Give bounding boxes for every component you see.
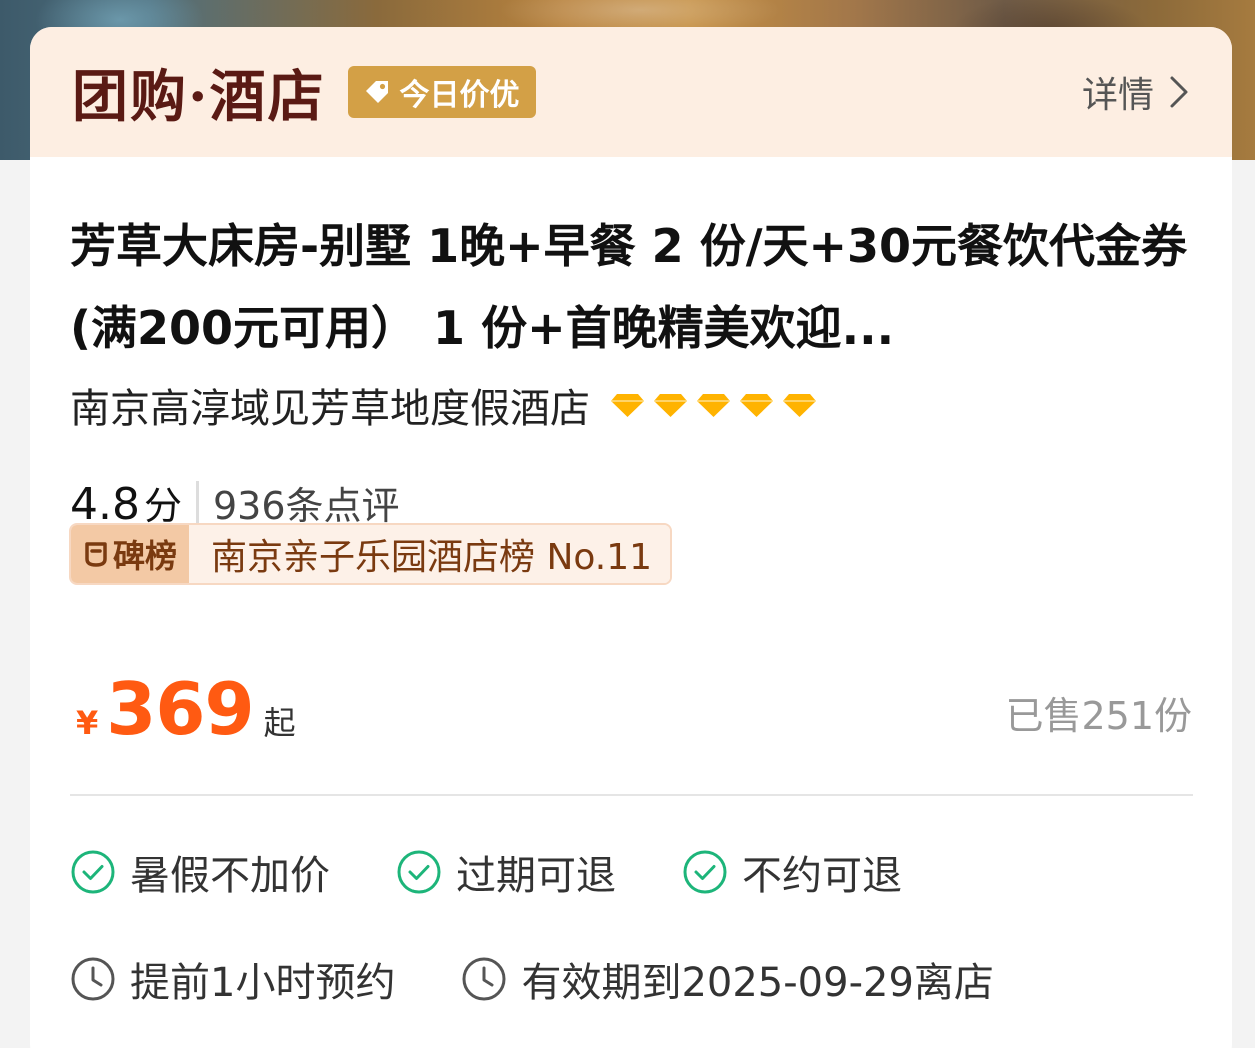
- vertical-divider: [196, 481, 199, 525]
- feature-item: 过期可退: [396, 843, 616, 901]
- details-label: 详情: [1081, 75, 1154, 116]
- diamond-icon: [740, 394, 773, 417]
- ranking-text: 南京亲子乐园酒店榜 No.11: [189, 525, 671, 583]
- hotel-row: 南京高淳域见芳草地度假酒店: [70, 377, 817, 433]
- chevron-right-icon: [1170, 76, 1188, 108]
- feature-label: 不约可退: [742, 853, 902, 899]
- diamond-rating: [610, 391, 817, 419]
- brand-title: 团购·酒店: [72, 63, 326, 130]
- feature-item: 不约可退: [682, 843, 902, 901]
- deal-badge-label: 今日价优: [399, 78, 520, 113]
- price-suffix: 起: [263, 704, 296, 742]
- divider: [70, 794, 1193, 796]
- ranking-label: 碑榜: [71, 525, 190, 583]
- deal-card[interactable]: 团购·酒店 今日价优 详情 芳草大床房-别墅 1晚+早餐 2 份/天+30元餐饮…: [30, 27, 1232, 1048]
- info-label: 提前1小时预约: [130, 960, 396, 1006]
- diamond-icon: [783, 394, 816, 417]
- tag-icon: [365, 81, 388, 103]
- rating-unit: 分: [143, 484, 182, 528]
- check-circle-icon: [683, 850, 727, 894]
- info-label: 有效期到2025-09-29离店: [521, 960, 994, 1006]
- diamond-icon: [654, 394, 687, 417]
- deal-badge: 今日价优: [347, 66, 536, 118]
- info-item: 提前1小时预约: [70, 950, 395, 1008]
- feature-list: 暑假不加价 过期可退 不约可退: [70, 842, 902, 902]
- feature-item: 暑假不加价: [70, 843, 330, 901]
- hotel-name[interactable]: 南京高淳域见芳草地度假酒店: [70, 376, 590, 434]
- diamond-icon: [697, 394, 730, 417]
- diamond-icon: [611, 394, 644, 417]
- currency-symbol: ¥: [76, 704, 99, 742]
- clock-icon: [71, 957, 115, 1001]
- info-item: 有效期到2025-09-29离店: [461, 950, 994, 1008]
- sold-count: 已售251份: [1005, 694, 1192, 738]
- card-header: 团购·酒店 今日价优 详情: [30, 27, 1232, 157]
- ranking-label-text: 碑榜: [113, 537, 178, 575]
- review-count[interactable]: 936条点评: [213, 475, 400, 530]
- ranking-badge-icon: [85, 542, 107, 567]
- ranking-badge[interactable]: 碑榜 南京亲子乐园酒店榜 No.11: [69, 523, 673, 585]
- check-circle-icon: [397, 850, 441, 894]
- clock-icon: [462, 957, 506, 1001]
- check-circle-icon: [71, 850, 115, 894]
- price-value: 369: [106, 667, 254, 751]
- details-link[interactable]: 详情: [1082, 27, 1190, 157]
- feature-label: 过期可退: [456, 853, 616, 899]
- feature-label: 暑假不加价: [130, 853, 330, 899]
- price-row: ¥ 369 起: [76, 667, 296, 751]
- deal-title[interactable]: 芳草大床房-别墅 1晚+早餐 2 份/天+30元餐饮代金券(满200元可用） 1…: [70, 205, 1200, 369]
- info-list: 提前1小时预约 有效期到2025-09-29离店: [70, 949, 994, 1009]
